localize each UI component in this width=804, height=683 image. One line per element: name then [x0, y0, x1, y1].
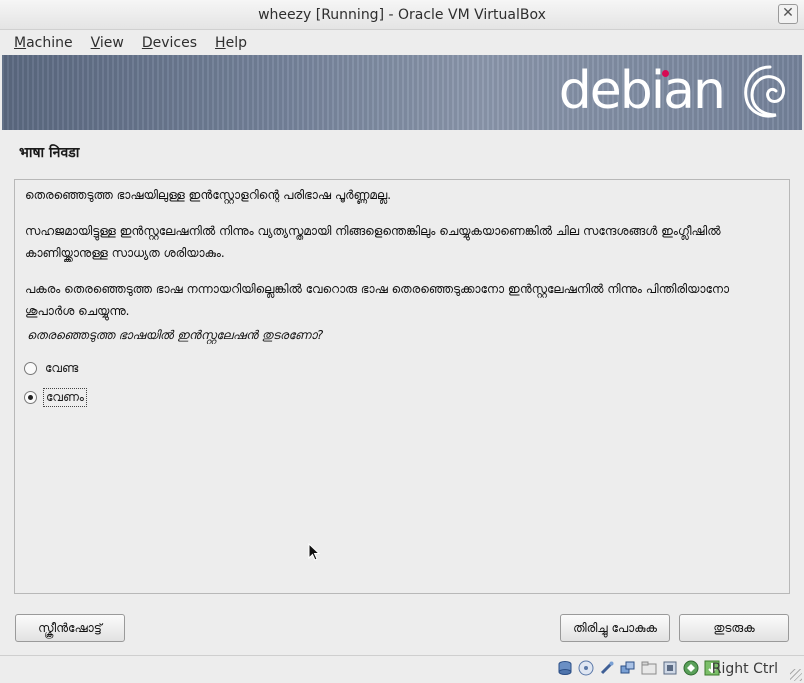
debian-banner: debian: [2, 55, 802, 130]
debian-wordmark: debian: [558, 61, 726, 121]
menu-help-label: elp: [225, 34, 247, 51]
radio-yes[interactable]: [24, 391, 37, 404]
virtualization-icon: [683, 660, 699, 676]
menu-machine-label: achine: [26, 34, 73, 51]
option-no-label: വേണ്ട: [45, 361, 79, 375]
optical-disc-icon[interactable]: [578, 660, 594, 676]
menu-devices-label: evices: [152, 34, 198, 51]
debian-swirl-icon: [744, 65, 786, 118]
page-title: भाषा निवडा: [19, 145, 80, 161]
window-title: wheezy [Running] - Oracle VM VirtualBox: [258, 7, 546, 23]
screenshot-button[interactable]: സ്ക്രീന്‍ഷോട്ട്: [15, 614, 125, 642]
status-icons: [552, 660, 720, 676]
menu-machine[interactable]: Machine: [8, 35, 79, 51]
menu-view-mnemonic: V: [90, 34, 100, 51]
warning-paragraph-3: പകരം തെരഞ്ഞെടുത്ത ഭാഷ നന്നായറിയില്ലെങ്കി…: [25, 282, 730, 318]
host-key-label: Right Ctrl: [711, 661, 778, 677]
menu-view[interactable]: View: [85, 35, 130, 51]
vm-display[interactable]: debian भाषा निवडा തെരഞ്ഞെടുത്ത ഭാഷയിലുള്…: [2, 55, 802, 655]
radio-no[interactable]: [24, 362, 37, 375]
debian-wordmark-dot: [662, 70, 669, 77]
usb-icon[interactable]: [599, 660, 615, 676]
warning-paragraph-2: സഹജമായിട്ടുള്ള ഇന്‍സ്റ്റലേഷനില്‍ നിന്നും…: [25, 224, 721, 260]
video-capture-icon[interactable]: [662, 660, 678, 676]
content-panel: തെരഞ്ഞെടുത്ത ഭാഷയിലുള്ള ഇന്‍സ്റ്റോളറിന്റ…: [14, 179, 790, 594]
continue-button[interactable]: തുടരുക: [679, 614, 789, 642]
continue-question: തെരഞ്ഞെടുത്ത ഭാഷയില്‍ ഇന്‍സ്റ്റലേഷന്‍ തു…: [27, 328, 324, 342]
menu-help[interactable]: Help: [209, 35, 253, 51]
hard-disk-icon[interactable]: [557, 660, 573, 676]
go-back-button[interactable]: തിരിച്ചു പോകുക: [560, 614, 670, 642]
mouse-pointer-icon: [308, 543, 320, 561]
window-titlebar: wheezy [Running] - Oracle VM VirtualBox …: [0, 0, 804, 30]
close-button[interactable]: ✕: [778, 4, 798, 24]
menu-view-label: iew: [99, 34, 124, 51]
option-yes[interactable]: വേണം: [24, 388, 87, 407]
resize-grip-icon[interactable]: [790, 669, 802, 681]
option-no[interactable]: വേണ്ട: [24, 360, 80, 377]
menu-devices[interactable]: Devices: [136, 35, 203, 51]
warning-paragraph-1: തെരഞ്ഞെടുത്ത ഭാഷയിലുള്ള ഇന്‍സ്റ്റോളറിന്റ…: [25, 188, 392, 202]
menubar: Machine View Devices Help: [0, 30, 804, 55]
option-yes-label: വേണം: [43, 388, 87, 407]
statusbar: Right Ctrl: [0, 655, 804, 683]
network-icon[interactable]: [620, 660, 636, 676]
menu-devices-mnemonic: D: [141, 34, 153, 51]
menu-help-mnemonic: H: [215, 34, 226, 51]
close-icon: ✕: [782, 5, 794, 21]
menu-machine-mnemonic: M: [14, 34, 27, 51]
shared-folder-icon[interactable]: [641, 660, 657, 676]
